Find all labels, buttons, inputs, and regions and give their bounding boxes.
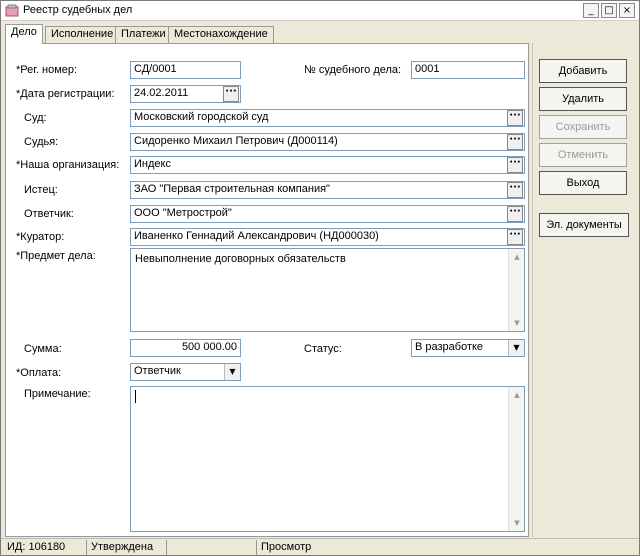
add-button[interactable]: Добавить <box>539 59 627 83</box>
court-label: Суд: <box>24 112 47 124</box>
judge-field[interactable]: Сидоренко Михаил Петрович (Д000114) <box>130 133 525 151</box>
curator-label: *Куратор: <box>16 231 65 243</box>
chevron-down-icon[interactable]: ▼ <box>508 340 524 356</box>
app-window: Реестр судебных дел _ □ × Дело Исполнени… <box>0 0 640 556</box>
court-case-number-label: № судебного дела: <box>304 64 402 76</box>
panel-divider <box>532 43 533 537</box>
payment-value: Ответчик <box>134 365 181 377</box>
close-button[interactable]: × <box>619 3 635 18</box>
tab-payments[interactable]: Платежи <box>115 26 172 43</box>
status-combobox[interactable]: В разработке ▼ <box>411 339 525 357</box>
delete-button[interactable]: Удалить <box>539 87 627 111</box>
save-button[interactable]: Сохранить <box>539 115 627 139</box>
curator-field[interactable]: Иваненко Геннадий Александрович (НД00003… <box>130 228 525 246</box>
our-org-select-button[interactable]: ··· <box>507 157 523 173</box>
court-field[interactable]: Московский городской суд <box>130 109 525 127</box>
court-select-button[interactable]: ··· <box>507 110 523 126</box>
status-value: В разработке <box>415 341 484 353</box>
e-documents-button[interactable]: Эл. документы <box>539 213 629 237</box>
scroll-up-arrow-icon[interactable]: ▲ <box>510 250 524 264</box>
defendant-select-button[interactable]: ··· <box>507 206 523 222</box>
status-extra <box>167 540 257 555</box>
plaintiff-select-button[interactable]: ··· <box>507 182 523 198</box>
status-label: Статус: <box>304 343 342 355</box>
note-textarea[interactable]: ▲ ▼ <box>130 386 525 532</box>
subject-scrollbar[interactable]: ▲ ▼ <box>508 249 524 331</box>
tab-execution[interactable]: Исполнение <box>45 26 120 43</box>
plaintiff-field[interactable]: ЗАО "Первая строительная компания" <box>130 181 525 199</box>
reg-number-label: *Рег. номер: <box>16 64 78 76</box>
chevron-down-icon[interactable]: ▼ <box>224 364 240 380</box>
reg-number-field[interactable]: СД/0001 <box>130 61 241 79</box>
amount-field[interactable]: 500 000.00 <box>130 339 241 357</box>
status-mode: Просмотр <box>261 541 312 553</box>
exit-button[interactable]: Выход <box>539 171 627 195</box>
maximize-button[interactable]: □ <box>601 3 617 18</box>
case-form-panel: *Рег. номер: СД/0001 № судебного дела: 0… <box>5 43 529 537</box>
scroll-down-arrow-icon[interactable]: ▼ <box>510 516 524 530</box>
scroll-down-arrow-icon[interactable]: ▼ <box>510 316 524 330</box>
status-bar: ИД: 106180 Утверждена Просмотр <box>1 538 639 555</box>
judge-label: Судья: <box>24 136 59 148</box>
defendant-label: Ответчик: <box>24 208 74 220</box>
amount-label: Сумма: <box>24 343 62 355</box>
plaintiff-label: Истец: <box>24 184 58 196</box>
tab-case[interactable]: Дело <box>5 24 43 44</box>
curator-select-button[interactable]: ··· <box>507 229 523 245</box>
cancel-button[interactable]: Отменить <box>539 143 627 167</box>
defendant-field[interactable]: ООО "Метрострой" <box>130 205 525 223</box>
subject-label: *Предмет дела: <box>16 250 96 262</box>
judge-select-button[interactable]: ··· <box>507 134 523 150</box>
court-case-number-field[interactable]: 0001 <box>411 61 525 79</box>
app-icon <box>5 4 19 17</box>
note-label: Примечание: <box>24 388 91 400</box>
scroll-up-arrow-icon[interactable]: ▲ <box>510 388 524 402</box>
window-title: Реестр судебных дел <box>23 4 133 16</box>
minimize-button[interactable]: _ <box>583 3 599 18</box>
note-scrollbar[interactable]: ▲ ▼ <box>508 387 524 531</box>
reg-date-picker-button[interactable]: ··· <box>223 86 239 102</box>
title-bar: Реестр судебных дел _ □ × <box>1 1 639 21</box>
reg-date-label: *Дата регистрации: <box>16 88 115 100</box>
tab-location[interactable]: Местонахождение <box>168 26 274 43</box>
text-cursor <box>135 390 136 403</box>
our-org-label: *Наша организация: <box>16 159 120 171</box>
payment-label: *Оплата: <box>16 367 62 379</box>
subject-text: Невыполнение договорных обязательств <box>135 253 346 265</box>
payment-combobox[interactable]: Ответчик ▼ <box>130 363 241 381</box>
status-state: Утверждена <box>87 540 167 555</box>
our-org-field[interactable]: Индекс <box>130 156 525 174</box>
status-id: ИД: 106180 <box>3 540 87 555</box>
subject-textarea[interactable]: Невыполнение договорных обязательств ▲ ▼ <box>130 248 525 332</box>
